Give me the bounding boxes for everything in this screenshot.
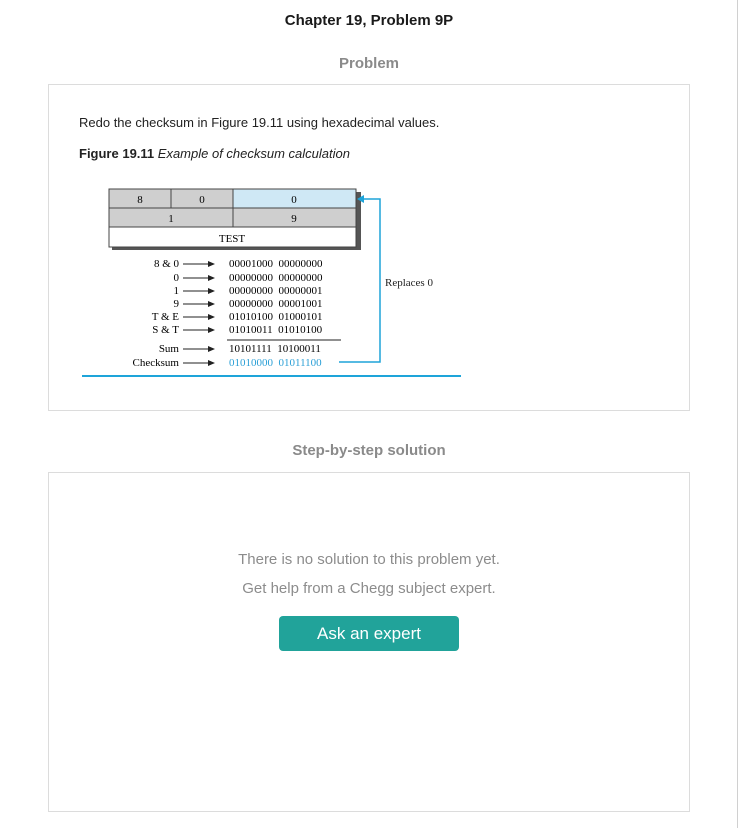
packet-text-r2a: 1 — [168, 213, 174, 225]
checksum-label: Checksum — [133, 357, 180, 369]
row-value: 00000000 00000000 — [229, 272, 323, 284]
row-label: 9 — [174, 298, 180, 310]
row-5: S & T 01010011 01010100 — [152, 324, 322, 336]
sum-label: Sum — [159, 343, 180, 355]
row-4: T & E 01010100 01000101 — [152, 311, 323, 323]
row-value: 01010011 01010100 — [229, 324, 323, 336]
no-solution-text: There is no solution to this problem yet… — [238, 551, 500, 568]
row-arrow-head — [208, 275, 215, 281]
checksum-value: 01010000 01011100 — [229, 357, 322, 369]
row-value: 00001000 00000000 — [229, 258, 323, 270]
replaces-label: Replaces 0 — [385, 277, 433, 289]
expert-help-text: Get help from a Chegg subject expert. — [242, 580, 496, 597]
ask-expert-button[interactable]: Ask an expert — [279, 616, 459, 651]
row-label: T & E — [152, 311, 180, 323]
row-label: S & T — [152, 324, 179, 336]
row-label: 0 — [174, 272, 180, 284]
packet-text-r1a: 8 — [137, 194, 143, 206]
packet-text-r2c: 9 — [291, 213, 297, 225]
sum-row: Sum 10101111 10100011 — [159, 343, 321, 355]
row-label: 1 — [174, 285, 180, 297]
problem-section-title: Problem — [338, 55, 399, 72]
row-arrow-head — [208, 288, 215, 294]
row-arrow-head — [208, 301, 215, 307]
row-2: 1 00000000 00000001 — [174, 285, 323, 297]
sum-value: 10101111 10100011 — [229, 343, 321, 355]
row-3: 9 00000000 00001001 — [174, 298, 323, 310]
row-label: 8 & 0 — [154, 258, 180, 270]
sum-arrow-head — [208, 346, 215, 352]
packet-text-r1c: 0 — [291, 194, 297, 206]
row-value: 00000000 00001001 — [229, 298, 323, 310]
row-1: 0 00000000 00000000 — [174, 272, 324, 284]
checksum-figure: 8 0 0 1 9 TEST Replaces 0 8 & 0 00001000… — [82, 188, 461, 377]
solution-box: There is no solution to this problem yet… — [48, 472, 690, 812]
row-arrow-head — [208, 327, 215, 333]
row-arrow-head — [208, 314, 215, 320]
solution-section-title: Step-by-step solution — [292, 442, 446, 459]
chapter-title: Chapter 19, Problem 9P — [284, 12, 454, 29]
row-value: 01010100 01000101 — [229, 311, 323, 323]
packet-text-r1b: 0 — [199, 194, 205, 206]
row-0: 8 & 0 00001000 00000000 — [154, 258, 323, 270]
problem-box: Redo the checksum in Figure 19.11 using … — [48, 84, 690, 411]
row-arrow-head — [208, 261, 215, 267]
checksum-arrow-head — [208, 360, 215, 366]
checksum-row: Checksum 01010000 01011100 — [133, 357, 323, 369]
row-value: 00000000 00000001 — [229, 285, 323, 297]
packet-text-r3: TEST — [219, 233, 246, 245]
